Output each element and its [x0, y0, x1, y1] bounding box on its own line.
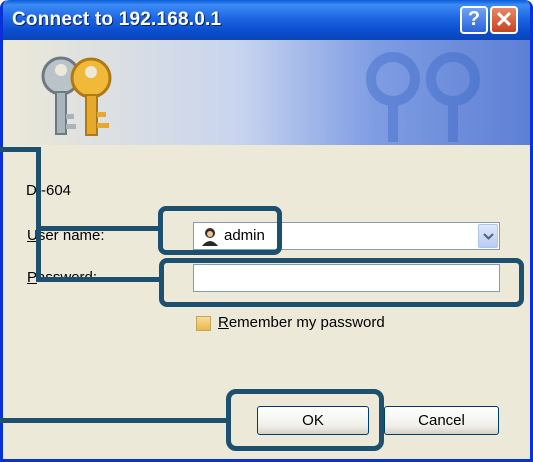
dialog-title: Connect to 192.168.0.1: [12, 9, 222, 30]
close-button[interactable]: ✕: [490, 6, 518, 34]
username-dropdown-button[interactable]: [478, 224, 498, 248]
remember-password-label[interactable]: Remember my password: [218, 314, 385, 331]
cancel-button[interactable]: Cancel: [384, 406, 499, 435]
username-callout-box: [158, 206, 282, 255]
device-label: DI-604: [26, 182, 72, 199]
callout-leader-line: [36, 277, 162, 282]
remember-label-text: emember my password: [228, 314, 385, 331]
ok-callout-box: [226, 389, 384, 451]
keys-watermark-icon: [366, 52, 480, 142]
remember-label-access-key: R: [218, 314, 229, 331]
remember-password-checkbox[interactable]: [196, 316, 211, 331]
chevron-down-icon: [483, 233, 494, 240]
keys-icon: [41, 56, 112, 136]
password-callout-box: [159, 258, 524, 307]
title-bar[interactable]: Connect to 192.168.0.1 ? ✕: [3, 0, 530, 40]
callout-leader-line: [0, 418, 228, 423]
callout-leader-line: [0, 147, 40, 152]
dialog-banner: [3, 40, 530, 145]
help-button[interactable]: ?: [460, 6, 488, 34]
callout-leader-line: [40, 226, 160, 231]
callout-leader-line: [36, 147, 41, 282]
